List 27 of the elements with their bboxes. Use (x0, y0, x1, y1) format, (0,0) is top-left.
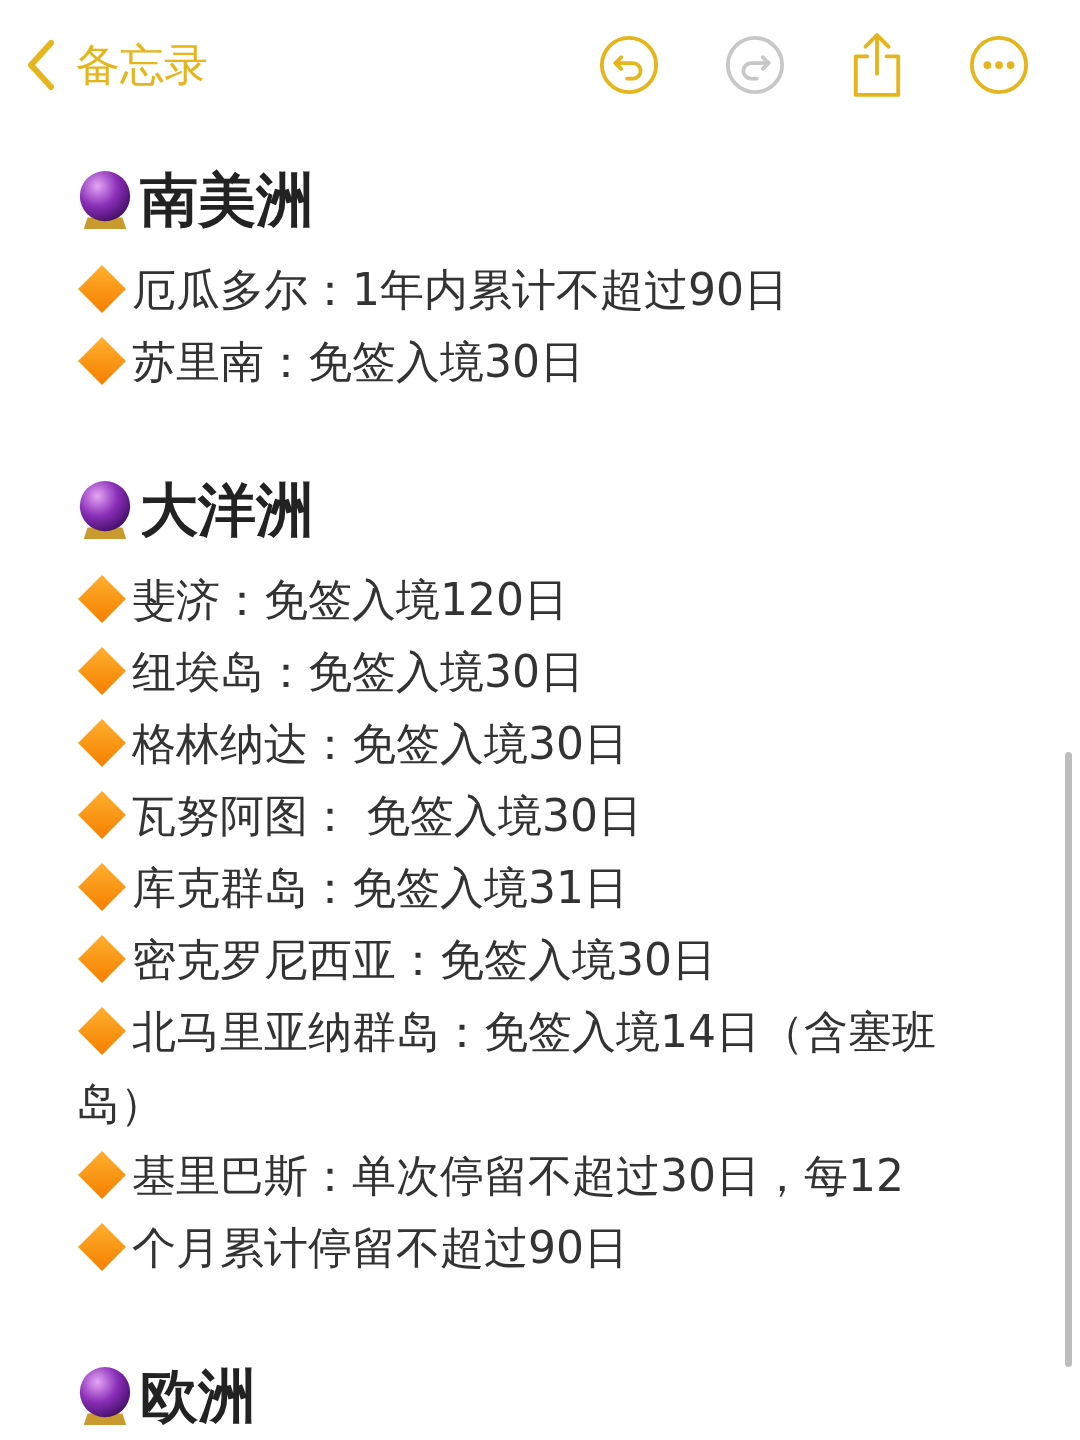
diamond-icon (76, 1149, 128, 1201)
diamond-icon (76, 645, 128, 697)
diamond-icon (76, 335, 128, 387)
section-heading: 欧洲 (140, 1360, 256, 1432)
visa-entry: 密克罗尼西亚：免签入境30日 (76, 924, 952, 996)
diamond-icon (76, 717, 128, 769)
section-heading: 南美洲 (140, 164, 314, 236)
visa-entry: 苏里南：免签入境30日 (76, 326, 952, 398)
visa-entry: 纽埃岛：免签入境30日 (76, 636, 952, 708)
visa-entry: 格林纳达：免签入境30日 (76, 708, 952, 780)
undo-icon[interactable] (598, 34, 660, 96)
diamond-icon (76, 1221, 128, 1273)
visa-entry: 斐济：免签入境120日 (76, 564, 952, 636)
diamond-icon (76, 789, 128, 841)
more-icon[interactable] (968, 34, 1030, 96)
back-button[interactable]: 备忘录 (24, 32, 208, 98)
diamond-icon (76, 573, 128, 625)
diamond-icon (76, 1005, 128, 1057)
visa-entry: 北马里亚纳群岛：免签入境14日（含塞班岛） (76, 1004, 937, 1131)
section-heading: 大洋洲 (140, 474, 314, 546)
diamond-icon (76, 861, 128, 913)
visa-entry: 厄瓜多尔：1年内累计不超过90日 (76, 254, 952, 326)
diamond-icon (76, 933, 128, 985)
visa-entry: 基里巴斯：单次停留不超过30日，每12 个月累计停留不超过90日 (76, 1140, 952, 1284)
diamond-icon (76, 263, 128, 315)
visa-entry: 瓦努阿图： 免签入境30日 (76, 780, 952, 852)
visa-entry: 库克群岛：免签入境31日 (76, 852, 952, 924)
